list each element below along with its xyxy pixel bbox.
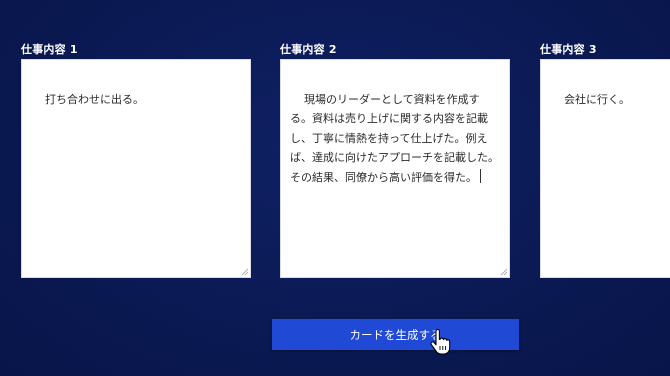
job-content-textarea-1[interactable]: 打ち合わせに出る。 bbox=[21, 59, 251, 278]
generate-card-button-label: カードを生成する bbox=[349, 327, 442, 342]
textarea-1-value: 打ち合わせに出る。 bbox=[45, 92, 144, 106]
textarea-3-value: 会社に行く。 bbox=[564, 92, 630, 106]
generate-card-button[interactable]: カードを生成する bbox=[272, 319, 519, 350]
resize-handle-icon[interactable] bbox=[241, 268, 249, 276]
hand-pointer-icon bbox=[430, 329, 451, 355]
job-content-textarea-3[interactable]: 会社に行く。 bbox=[540, 59, 670, 278]
text-caret bbox=[480, 168, 481, 183]
field-label-3: 仕事内容 3 bbox=[540, 43, 597, 56]
field-label-1: 仕事内容 1 bbox=[21, 43, 78, 56]
resize-handle-icon[interactable] bbox=[500, 268, 508, 276]
field-label-2: 仕事内容 2 bbox=[280, 43, 337, 56]
textarea-2-value: 現場のリーダーとして資料を作成する。資料は売り上げに関する内容を記載し、丁寧に情… bbox=[290, 92, 499, 184]
job-content-textarea-2[interactable]: 現場のリーダーとして資料を作成する。資料は売り上げに関する内容を記載し、丁寧に情… bbox=[280, 59, 510, 278]
card-generator-form: 仕事内容 1 打ち合わせに出る。 仕事内容 2 現場のリーダーとして資料を作成す… bbox=[0, 0, 670, 376]
